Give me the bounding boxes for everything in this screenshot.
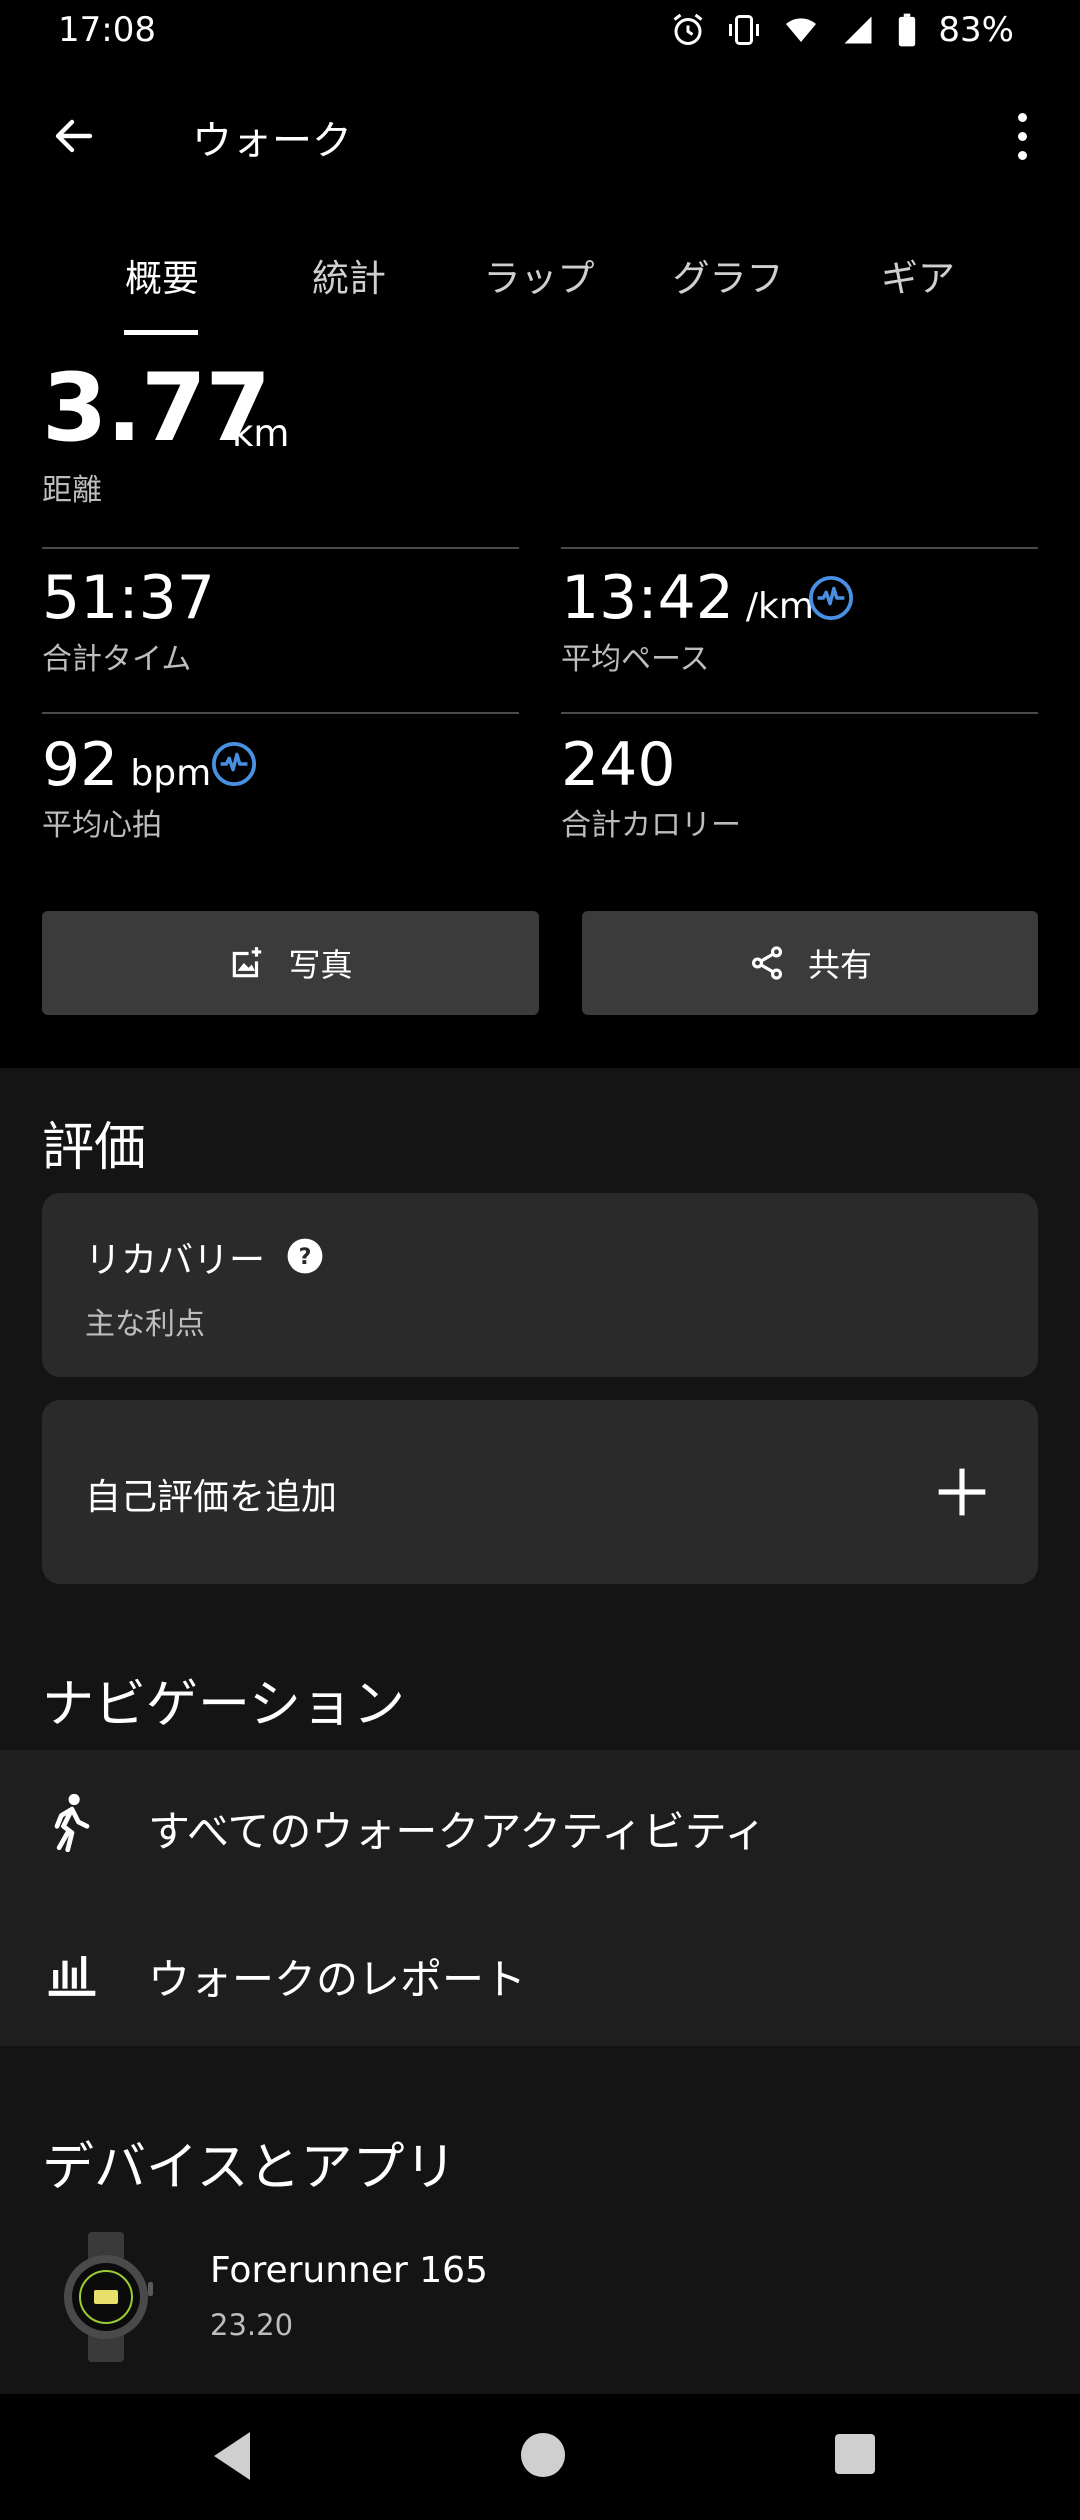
share-icon	[751, 946, 783, 980]
device-item[interactable]: Forerunner 165 23.20	[0, 2220, 1080, 2370]
recovery-subtitle: 主な利点	[85, 1307, 205, 1342]
calories-label: 合計カロリー	[561, 808, 741, 843]
battery-icon	[899, 13, 916, 47]
add-icon[interactable]	[934, 1464, 990, 1524]
device-version: 23.20	[210, 2308, 294, 2342]
arrow-back-icon	[55, 119, 93, 153]
avg-pace-label: 平均ペース	[561, 642, 710, 677]
tab-graph[interactable]: グラフ	[638, 248, 818, 302]
square-recents-icon	[835, 2434, 875, 2474]
divider	[42, 712, 519, 714]
tab-stats[interactable]: 統計	[259, 248, 439, 302]
avg-hr-value: 92	[42, 730, 119, 800]
nav-item-all-walks[interactable]: すべてのウォークアクティビティ	[0, 1750, 1080, 1898]
divider	[561, 712, 1038, 714]
more-vert-icon	[1017, 112, 1027, 122]
signal-icon	[844, 16, 872, 44]
nav-recents-button[interactable]	[835, 2434, 875, 2478]
navigation-title: ナビゲーション	[42, 1675, 405, 1735]
more-options-button[interactable]	[1000, 106, 1044, 166]
wifi-icon	[786, 18, 817, 42]
recovery-card[interactable]: リカバリー ? 主な利点	[42, 1193, 1038, 1377]
status-time: 17:08	[58, 10, 156, 50]
walk-icon	[46, 1792, 98, 1856]
back-button[interactable]	[44, 106, 104, 166]
photo-button-label: 写真	[288, 946, 353, 984]
total-time-label: 合計タイム	[42, 642, 192, 677]
tab-overview[interactable]: 概要	[72, 248, 252, 302]
calories-value: 240	[561, 730, 676, 800]
self-evaluation-card[interactable]: 自己評価を追加	[42, 1400, 1038, 1584]
vibrate-icon	[729, 15, 760, 45]
tab-indicator	[124, 330, 198, 335]
hr-pulse-icon[interactable]	[211, 741, 257, 791]
alarm-icon	[674, 13, 703, 45]
distance-unit: km	[232, 412, 290, 455]
avg-pace-value: 13:42	[561, 563, 734, 633]
photo-button[interactable]: 写真	[42, 911, 539, 1015]
share-button-label: 共有	[807, 946, 872, 984]
tab-gear[interactable]: ギア	[828, 248, 1008, 302]
nav-home-button[interactable]	[520, 2432, 566, 2482]
total-time-value: 51:37	[42, 563, 215, 633]
avg-hr-row: 92 bpm	[42, 735, 211, 795]
page-title: ウォーク	[192, 118, 352, 164]
avg-hr-unit: bpm	[130, 753, 212, 794]
distance-label: 距離	[42, 473, 102, 508]
recovery-title: リカバリー	[85, 1240, 266, 1281]
tab-laps[interactable]: ラップ	[449, 248, 629, 302]
avg-pace-row: 13:42 /km	[561, 568, 814, 628]
pace-pulse-icon[interactable]	[808, 575, 854, 625]
watch-image	[58, 2232, 154, 2366]
nav-back-button[interactable]	[210, 2430, 254, 2486]
nav-item-walk-report[interactable]: ウォークのレポート	[0, 1898, 1080, 2046]
status-icons: 83%	[670, 10, 1014, 50]
self-evaluation-label: 自己評価を追加	[85, 1477, 338, 1518]
add-photo-icon	[233, 947, 262, 978]
svg-text:?: ?	[299, 1244, 312, 1270]
battery-percent: 83%	[938, 10, 1014, 50]
system-nav-bar	[0, 2394, 1080, 2520]
devices-title: デバイスとアプリ	[42, 2138, 457, 2198]
share-button[interactable]: 共有	[582, 911, 1038, 1015]
avg-pace-unit: /km	[745, 586, 814, 627]
nav-item-label: ウォークのレポート	[148, 1955, 527, 2004]
help-icon[interactable]: ?	[286, 1237, 324, 1279]
device-name: Forerunner 165	[210, 2250, 488, 2291]
bar-chart-icon	[44, 1942, 100, 2002]
divider	[42, 547, 519, 549]
divider	[561, 547, 1038, 549]
triangle-back-icon	[214, 2432, 250, 2480]
nav-item-label: すべてのウォークアクティビティ	[148, 1807, 767, 1856]
avg-hr-label: 平均心拍	[42, 808, 162, 843]
evaluation-title: 評価	[42, 1118, 147, 1178]
circle-home-icon	[520, 2432, 566, 2478]
